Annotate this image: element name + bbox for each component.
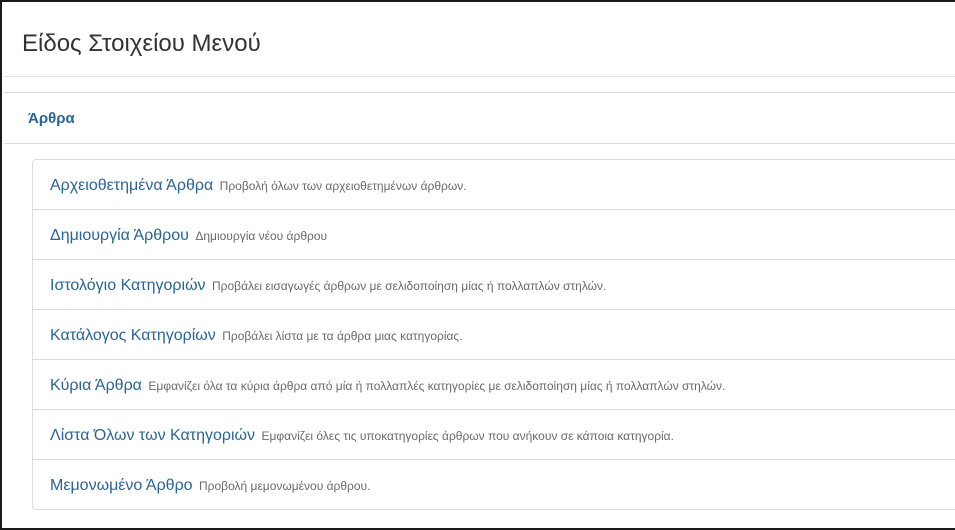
item-title-create-article[interactable]: Δημιουργία Άρθρου bbox=[50, 227, 189, 244]
panel-heading-articles[interactable]: Άρθρα bbox=[4, 92, 955, 144]
item-desc-category-blog: Προβάλει εισαγωγές άρθρων με σελιδοποίησ… bbox=[212, 279, 607, 293]
menu-type-list: Αρχειοθετημένα Άρθρα Προβολή όλων των αρ… bbox=[32, 159, 955, 510]
list-item-category-list[interactable]: Κατάλογος Κατηγορίων Προβάλει λίστα με τ… bbox=[32, 309, 955, 360]
item-title-all-categories[interactable]: Λίστα Όλων των Κατηγοριών bbox=[50, 427, 255, 444]
list-item-all-categories[interactable]: Λίστα Όλων των Κατηγοριών Εμφανίζει όλες… bbox=[32, 409, 955, 460]
list-item-category-blog[interactable]: Ιστολόγιο Κατηγοριών Προβάλει εισαγωγές … bbox=[32, 259, 955, 310]
list-item-archived-articles[interactable]: Αρχειοθετημένα Άρθρα Προβολή όλων των αρ… bbox=[32, 159, 955, 210]
modal-header: Είδος Στοιχείου Μενού bbox=[4, 4, 955, 77]
item-title-featured-articles[interactable]: Κύρια Άρθρα bbox=[50, 377, 142, 394]
item-title-category-list[interactable]: Κατάλογος Κατηγορίων bbox=[50, 327, 216, 344]
list-item-create-article[interactable]: Δημιουργία Άρθρου Δημιουργία νέου άρθρου bbox=[32, 209, 955, 260]
item-title-category-blog[interactable]: Ιστολόγιο Κατηγοριών bbox=[50, 277, 206, 294]
item-desc-category-list: Προβάλει λίστα με τα άρθρα μιας κατηγορί… bbox=[222, 329, 463, 343]
item-title-archived-articles[interactable]: Αρχειοθετημένα Άρθρα bbox=[50, 177, 213, 194]
panel-title-articles[interactable]: Άρθρα bbox=[28, 110, 75, 128]
item-desc-all-categories: Εμφανίζει όλες τις υποκατηγορίες άρθρων … bbox=[261, 429, 674, 443]
modal-title: Είδος Στοιχείου Μενού bbox=[22, 30, 261, 57]
item-desc-featured-articles: Εμφανίζει όλα τα κύρια άρθρα από μία ή π… bbox=[148, 379, 726, 393]
item-desc-archived-articles: Προβολή όλων των αρχειοθετημένων άρθρων. bbox=[219, 179, 467, 193]
list-item-single-article[interactable]: Μεμονωμένο Άρθρο Προβολή μεμονωμένου άρθ… bbox=[32, 459, 955, 510]
list-item-featured-articles[interactable]: Κύρια Άρθρα Εμφανίζει όλα τα κύρια άρθρα… bbox=[32, 359, 955, 410]
item-desc-create-article: Δημιουργία νέου άρθρου bbox=[195, 229, 328, 243]
item-title-single-article[interactable]: Μεμονωμένο Άρθρο bbox=[50, 477, 193, 494]
menu-item-type-dialog: Είδος Στοιχείου Μενού Άρθρα Αρχειοθετημέ… bbox=[0, 0, 955, 530]
item-desc-single-article: Προβολή μεμονωμένου άρθρου. bbox=[199, 479, 371, 493]
